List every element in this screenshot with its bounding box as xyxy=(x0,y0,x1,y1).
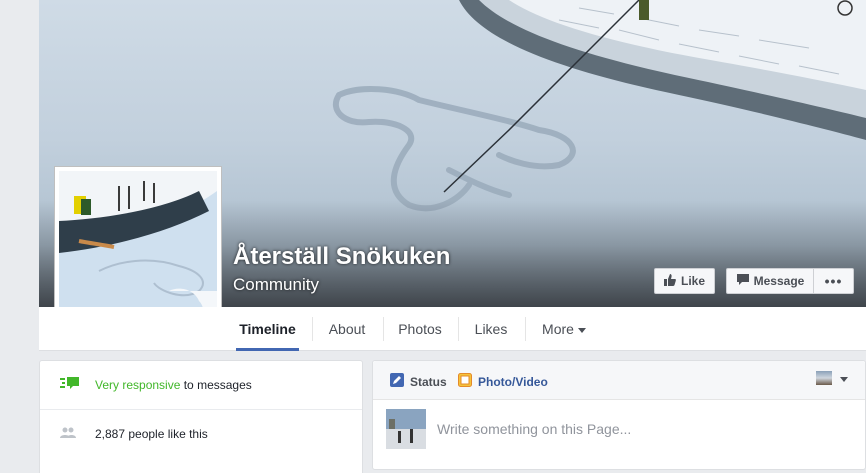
composer-header: Status Photo/Video xyxy=(373,361,865,400)
message-button-label: Message xyxy=(753,274,805,288)
speech-bubble-icon xyxy=(736,273,749,289)
composer-avatar xyxy=(386,409,426,449)
page-avatar-thumb xyxy=(816,371,832,385)
responsive-chat-icon xyxy=(60,376,80,394)
more-options-button[interactable]: ••• xyxy=(813,268,854,294)
pencil-icon xyxy=(390,373,404,390)
message-button[interactable]: Message xyxy=(726,268,814,294)
page-voice-selector[interactable] xyxy=(816,371,848,385)
tab-timeline[interactable]: Timeline xyxy=(236,307,299,351)
left-gutter xyxy=(0,0,39,473)
page-info-card: Very responsive to messages 2,887 people… xyxy=(39,360,363,473)
responsiveness-row[interactable]: Very responsive to messages xyxy=(40,361,362,409)
page-nav: Timeline About Photos Likes More xyxy=(39,307,866,351)
tab-divider xyxy=(525,317,526,341)
tab-more[interactable]: More xyxy=(534,307,594,351)
photo-icon xyxy=(458,373,472,390)
status-tab-label: Status xyxy=(410,374,447,389)
chevron-down-icon xyxy=(577,327,586,333)
responsiveness-highlight: Very responsive xyxy=(95,378,181,392)
like-button[interactable]: Like xyxy=(654,268,715,294)
tab-divider xyxy=(458,317,459,341)
tab-likes[interactable]: Likes xyxy=(467,307,515,351)
likes-text: 2,887 people like this xyxy=(95,427,208,441)
people-icon xyxy=(60,427,76,442)
tab-more-label: More xyxy=(542,321,574,337)
composer-input[interactable]: Write something on this Page... xyxy=(437,421,631,437)
responsiveness-rest: to messages xyxy=(180,378,252,392)
responsiveness-text: Very responsive to messages xyxy=(95,378,252,392)
tab-divider xyxy=(383,317,384,341)
profile-picture-image xyxy=(59,171,217,329)
like-button-label: Like xyxy=(680,274,705,288)
post-composer: Status Photo/Video Write something on th… xyxy=(372,360,866,470)
status-tab[interactable]: Status xyxy=(390,373,447,390)
tab-about[interactable]: About xyxy=(321,307,373,351)
tab-photos-label: Photos xyxy=(398,321,442,337)
tab-likes-label: Likes xyxy=(474,321,508,337)
facebook-page: Återställ Snökuken Community Like Messag… xyxy=(0,0,866,473)
tab-about-label: About xyxy=(328,321,366,337)
chevron-down-icon xyxy=(840,376,848,382)
tab-photos[interactable]: Photos xyxy=(392,307,448,351)
likes-row[interactable]: 2,887 people like this xyxy=(40,410,362,458)
photo-video-tab[interactable]: Photo/Video xyxy=(458,373,548,390)
page-title[interactable]: Återställ Snökuken xyxy=(233,243,450,271)
page-category[interactable]: Community xyxy=(233,275,319,295)
tab-timeline-label: Timeline xyxy=(239,321,296,337)
photo-video-tab-label: Photo/Video xyxy=(478,374,548,389)
tab-divider xyxy=(312,317,313,341)
thumbs-up-icon xyxy=(663,273,676,289)
more-options-label: ••• xyxy=(824,273,843,289)
